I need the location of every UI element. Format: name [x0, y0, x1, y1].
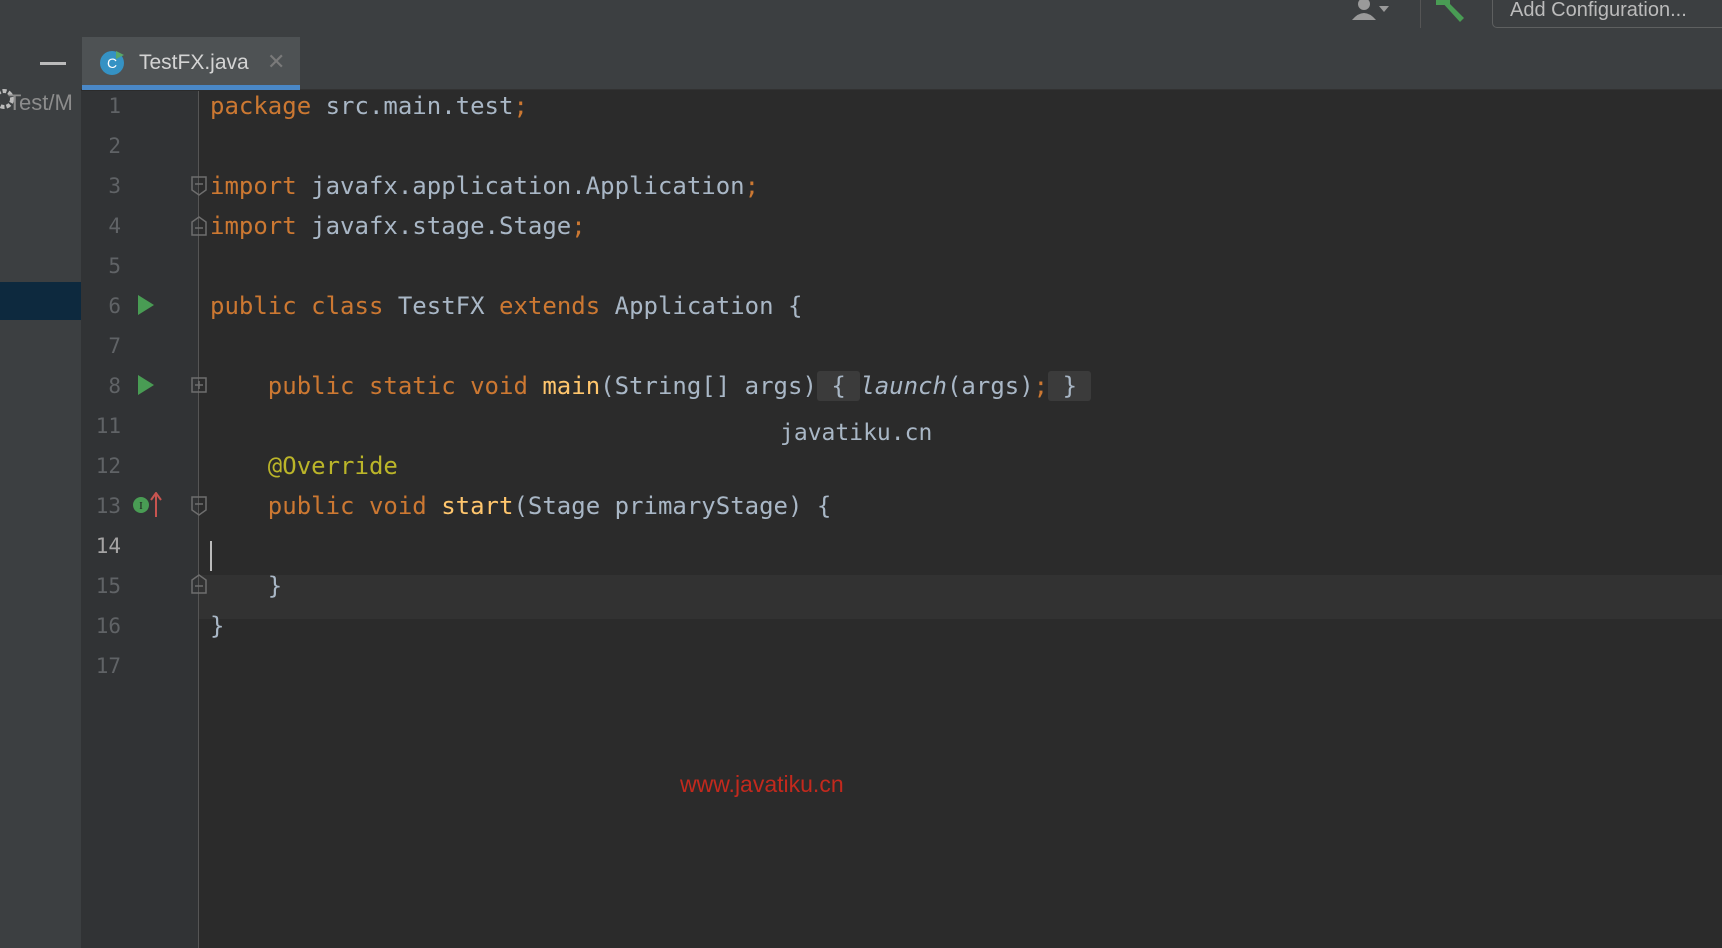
current-line-highlight — [199, 575, 1722, 619]
toolbar-separator — [1420, 0, 1421, 28]
folded-region-start[interactable]: { — [816, 371, 861, 401]
code-line-8: public static void main(String[] args) {… — [210, 371, 1092, 401]
svg-text:C: C — [107, 55, 117, 71]
fold-start-icon[interactable] — [191, 496, 207, 516]
line-number-current: 14 — [95, 534, 121, 558]
close-icon[interactable]: ✕ — [267, 51, 285, 73]
text-caret — [210, 541, 212, 571]
line-number: 17 — [95, 654, 121, 678]
line-number: 15 — [95, 574, 121, 598]
tab-testfx-java[interactable]: C TestFX.java ✕ — [82, 37, 300, 90]
code-line-1: package src.main.test; — [210, 92, 528, 120]
line-number: 11 — [95, 414, 121, 438]
java-class-icon: C — [100, 51, 124, 75]
code-line-16: } — [210, 612, 225, 640]
line-number: 3 — [108, 174, 121, 198]
code-line-15: } — [267, 572, 283, 600]
line-number: 5 — [108, 254, 121, 278]
line-number: 2 — [108, 134, 121, 158]
hammer-icon[interactable] — [1436, 0, 1470, 24]
code-editor[interactable]: 1 2 3 4 5 6 7 8 11 12 13 14 15 16 17 I p… — [81, 91, 1722, 948]
line-number: 4 — [108, 214, 121, 238]
watermark-url: www.javatiku.cn — [680, 771, 844, 797]
code-line-13: public void start(Stage primaryStage) { — [267, 492, 832, 520]
minimize-icon[interactable] — [40, 62, 66, 65]
svg-text:I: I — [139, 500, 143, 512]
line-number: 8 — [108, 374, 121, 398]
code-line-4: import javafx.stage.Stage; — [210, 212, 586, 240]
line-number: 6 — [108, 294, 121, 318]
code-line-3: import javafx.application.Application; — [210, 172, 760, 200]
project-path-label[interactable]: Test/M — [8, 90, 81, 116]
code-line-6: public class TestFX extends Application … — [210, 292, 803, 320]
watermark-text: javatiku.cn — [780, 420, 933, 446]
fold-start-icon[interactable] — [191, 176, 207, 196]
project-tool-window: Test/M — [0, 37, 81, 948]
selected-tree-row[interactable] — [0, 282, 81, 320]
folded-region-end[interactable]: } — [1048, 371, 1092, 401]
fold-end-icon[interactable] — [191, 574, 207, 594]
overrides-method-icon[interactable]: I — [133, 492, 163, 518]
run-icon[interactable] — [137, 294, 155, 316]
tab-label: TestFX.java — [139, 51, 249, 74]
code-line-12: @Override — [267, 452, 398, 480]
line-number: 12 — [95, 454, 121, 478]
add-configuration-button[interactable]: Add Configuration... — [1492, 0, 1722, 28]
main-toolbar: Add Configuration... — [0, 0, 1722, 38]
user-dropdown-icon[interactable] — [1350, 0, 1390, 22]
editor-tab-bar: C TestFX.java ✕ — [81, 37, 1722, 90]
line-number: 7 — [108, 334, 121, 358]
line-number: 13 — [95, 494, 121, 518]
run-icon[interactable] — [137, 374, 155, 396]
fold-end-icon[interactable] — [191, 216, 207, 236]
expand-icon[interactable] — [191, 376, 207, 396]
line-number: 1 — [108, 94, 121, 118]
line-number: 16 — [95, 614, 121, 638]
